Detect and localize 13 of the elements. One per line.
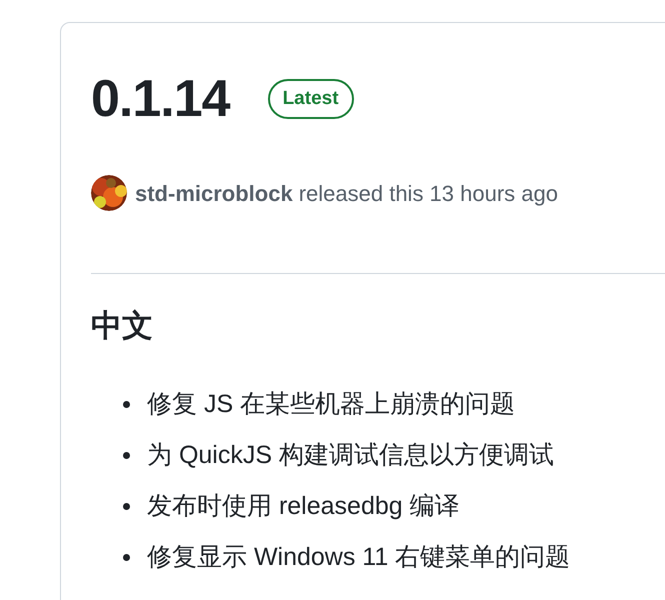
latest-badge: Latest [268,79,354,119]
release-time-text: released this 13 hours ago [298,180,558,208]
release-version[interactable]: 0.1.14 [91,67,230,131]
notes-heading: 中文 [90,307,154,345]
list-item-text: 修复显示 Windows 11 右键菜单的问题 [147,542,570,573]
list-item-text: 修复 JS 在某些机器上崩溃的问题 [147,388,516,420]
bullet-icon [123,401,130,408]
bullet-icon [123,503,130,510]
bullet-icon [123,452,130,459]
bullet-icon [123,554,130,561]
author-link[interactable]: std-microblock [135,176,293,210]
list-item-text: 发布时使用 releasedbg 编译 [147,490,460,522]
list-item-text: 为 QuickJS 构建调试信息以方便调试 [147,440,554,471]
